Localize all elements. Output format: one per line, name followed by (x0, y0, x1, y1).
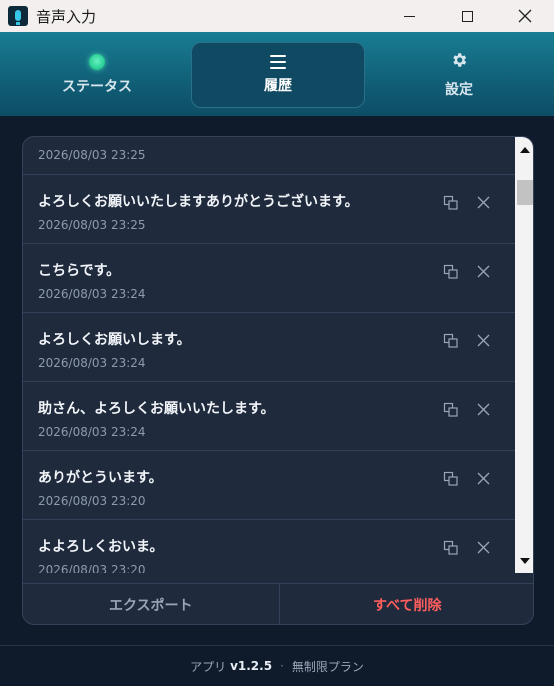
delete-all-button[interactable]: すべて削除 (280, 584, 534, 624)
item-date: 2026/08/03 23:25 (38, 218, 146, 232)
copy-icon[interactable] (443, 540, 459, 556)
item-date: 2026/08/03 23:20 (38, 563, 146, 573)
tab-settings[interactable]: 設定 (372, 42, 546, 108)
title-bar: 音声入力 (0, 0, 554, 32)
history-list: 2026/08/03 23:25 よろしくお願いいたしますありがとうございます。… (23, 137, 515, 573)
delete-icon[interactable] (477, 196, 490, 209)
item-text: よろしくお願いします。 (38, 332, 191, 348)
app-label: アプリ (190, 659, 227, 674)
scroll-down-button[interactable] (515, 553, 533, 569)
history-panel: 2026/08/03 23:25 よろしくお願いいたしますありがとうございます。… (22, 136, 534, 625)
minimize-button[interactable] (380, 0, 438, 32)
status-dot-icon (89, 54, 105, 70)
copy-icon[interactable] (443, 264, 459, 280)
copy-icon[interactable] (443, 195, 459, 211)
footer-separator: · (280, 659, 284, 673)
scrollbar[interactable] (515, 137, 533, 573)
copy-icon[interactable] (443, 402, 459, 418)
item-text: ありがとういます。 (38, 470, 163, 486)
maximize-button[interactable] (438, 0, 496, 32)
delete-icon[interactable] (477, 403, 490, 416)
item-date: 2026/08/03 23:24 (38, 287, 146, 301)
item-date: 2026/08/03 23:24 (38, 356, 146, 370)
status-footer: アプリ v1.2.5 · 無制限プラン (0, 646, 554, 686)
tab-status[interactable]: ステータス (10, 42, 184, 108)
list-item: こちらです。 2026/08/03 23:24 (23, 244, 515, 313)
menu-icon (270, 55, 286, 69)
scrollbar-thumb[interactable] (517, 180, 533, 205)
window-title: 音声入力 (36, 8, 97, 26)
arrow-up-icon (520, 146, 530, 153)
item-text: 助さん、よろしくお願いいたします。 (38, 401, 275, 417)
copy-icon[interactable] (443, 471, 459, 487)
list-item: 助さん、よろしくお願いいたします。 2026/08/03 23:24 (23, 382, 515, 451)
history-actions: エクスポート すべて削除 (23, 583, 534, 624)
scroll-up-button[interactable] (515, 141, 533, 157)
tab-settings-label: 設定 (445, 82, 473, 98)
list-item: よろしくお願いいたしますありがとうございます。 2026/08/03 23:25 (23, 175, 515, 244)
list-item: よろしくお願いします。 2026/08/03 23:24 (23, 313, 515, 382)
nav-bar: ステータス 履歴 設定 (0, 32, 554, 116)
close-window-button[interactable] (496, 0, 554, 32)
close-icon (518, 9, 532, 23)
item-text: よろしくお願いいたしますありがとうございます。 (38, 194, 359, 210)
gear-icon (450, 51, 468, 73)
export-button[interactable]: エクスポート (23, 584, 280, 624)
app-mic-icon (8, 6, 28, 26)
delete-icon[interactable] (477, 265, 490, 278)
item-date: 2026/08/03 23:24 (38, 425, 146, 439)
item-text: よよろしくおいま。 (38, 539, 164, 555)
minimize-icon (403, 15, 415, 17)
maximize-icon (461, 10, 473, 22)
delete-icon[interactable] (477, 541, 490, 554)
delete-icon[interactable] (477, 472, 490, 485)
list-item: ありがとういます。 2026/08/03 23:20 (23, 451, 515, 520)
tab-history-label: 履歴 (264, 78, 292, 94)
delete-icon[interactable] (477, 334, 490, 347)
item-date: 2026/08/03 23:20 (38, 494, 146, 508)
copy-icon[interactable] (443, 333, 459, 349)
tab-history[interactable]: 履歴 (191, 42, 365, 108)
item-text: こちらです。 (38, 263, 121, 279)
tab-status-label: ステータス (62, 79, 132, 95)
list-item: 2026/08/03 23:25 (23, 137, 515, 175)
list-item: よよろしくおいま。 2026/08/03 23:20 (23, 520, 515, 573)
version-label: v1.2.5 (230, 659, 273, 673)
plan-label: 無制限プラン (291, 659, 364, 674)
arrow-down-icon (520, 557, 530, 564)
item-date: 2026/08/03 23:25 (38, 148, 146, 162)
